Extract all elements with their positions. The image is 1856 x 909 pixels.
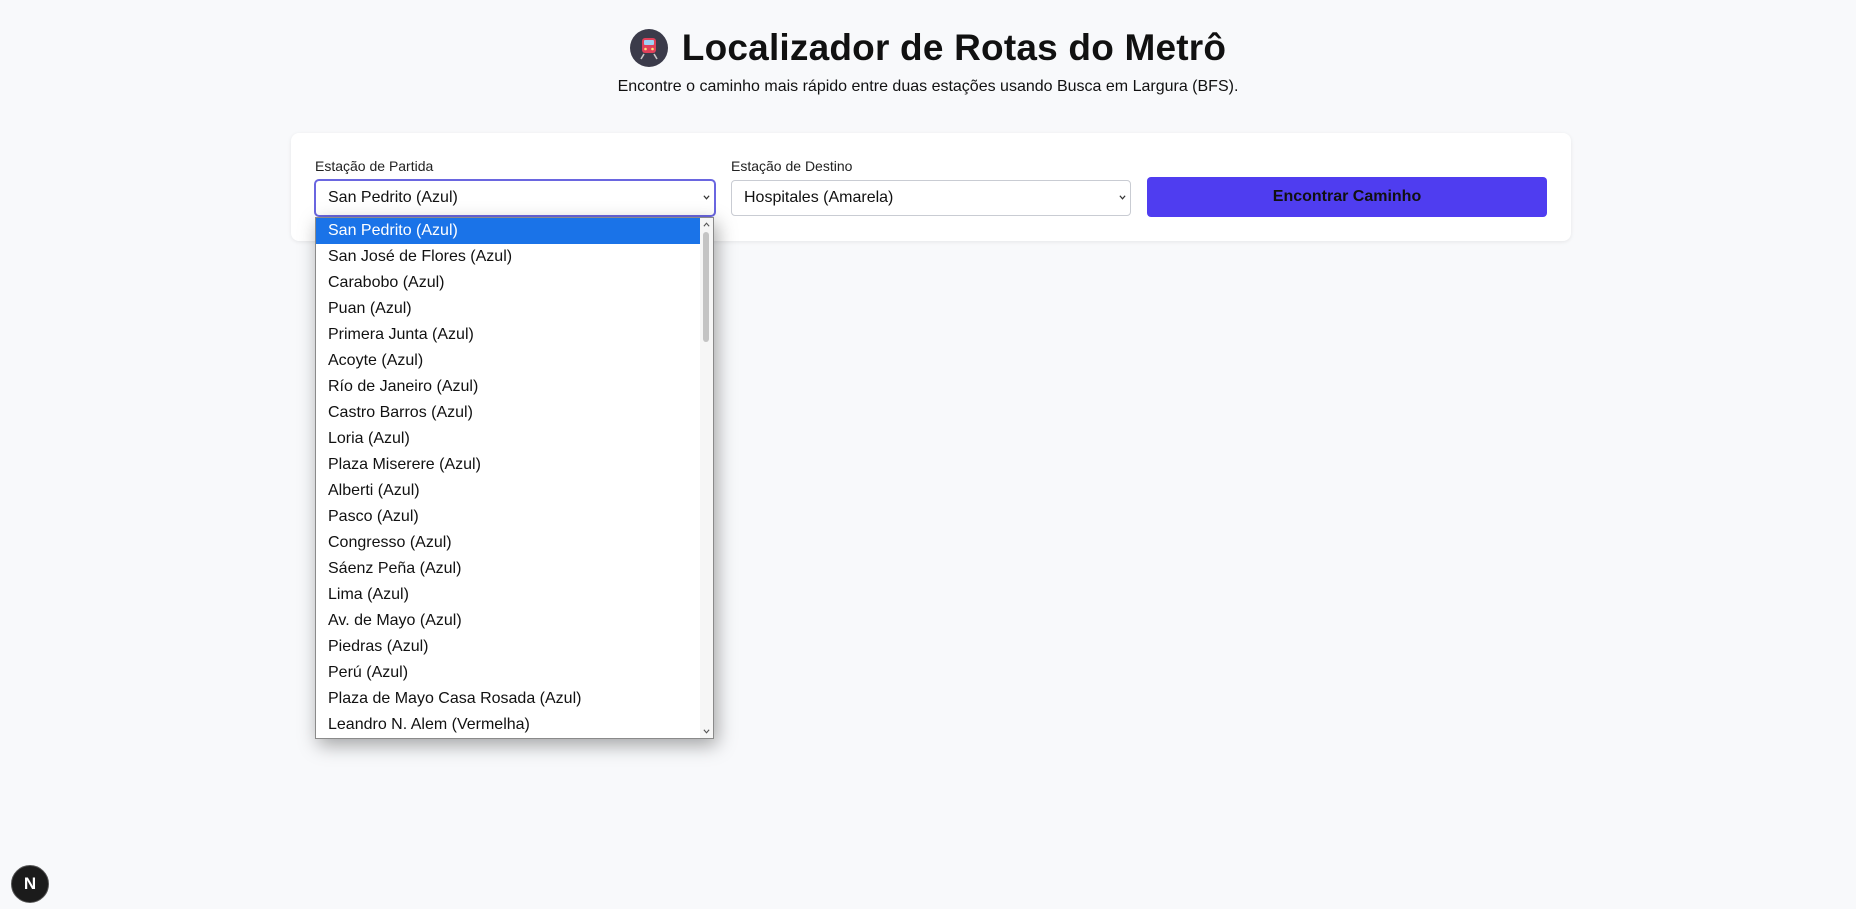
dropdown-option[interactable]: Castro Barros (Azul)	[316, 400, 701, 426]
dropdown-option[interactable]: Av. de Mayo (Azul)	[316, 608, 701, 634]
dropdown-option[interactable]: Alberti (Azul)	[316, 478, 701, 504]
dropdown-option[interactable]: Lima (Azul)	[316, 582, 701, 608]
dropdown-option[interactable]: Perú (Azul)	[316, 660, 701, 686]
dropdown-option[interactable]: Congresso (Azul)	[316, 530, 701, 556]
find-route-button[interactable]: Encontrar Caminho	[1147, 177, 1547, 217]
dropdown-option[interactable]: Primera Junta (Azul)	[316, 322, 701, 348]
dropdown-option[interactable]: Río de Janeiro (Azul)	[316, 374, 701, 400]
dropdown-option[interactable]: San José de Flores (Azul)	[316, 244, 701, 270]
dropdown-option[interactable]: Leandro N. Alem (Vermelha)	[316, 712, 701, 738]
page-header: Localizador de Rotas do Metrô Encontre o…	[0, 24, 1856, 96]
scroll-down-icon[interactable]	[703, 728, 710, 735]
dropdown-scrollbar[interactable]	[700, 218, 713, 738]
dropdown-option[interactable]: Pasco (Azul)	[316, 504, 701, 530]
train-icon	[629, 29, 668, 67]
destination-select-value: Hospitales (Amarela)	[744, 189, 894, 206]
chevron-down-icon	[1119, 195, 1126, 200]
dropdown-option[interactable]: Acoyte (Azul)	[316, 348, 701, 374]
page-subtitle: Encontre o caminho mais rápido entre dua…	[617, 78, 1239, 95]
origin-select-value: San Pedrito (Azul)	[328, 189, 458, 206]
dropdown-option[interactable]: Carabobo (Azul)	[316, 270, 701, 296]
destination-select[interactable]: Hospitales (Amarela)	[731, 180, 1131, 216]
destination-label: Estação de Destino	[731, 158, 853, 174]
dropdown-option[interactable]: Puan (Azul)	[316, 296, 701, 322]
dropdown-option[interactable]: Plaza de Mayo Casa Rosada (Azul)	[316, 686, 701, 712]
dropdown-option[interactable]: Piedras (Azul)	[316, 634, 701, 660]
option-list: San Pedrito (Azul) San José de Flores (Az…	[316, 218, 713, 738]
nextjs-icon[interactable]: N	[11, 865, 49, 903]
origin-dropdown-list[interactable]: San Pedrito (Azul) San José de Flores (Az…	[315, 217, 714, 739]
dropdown-option[interactable]: Loria (Azul)	[316, 426, 701, 452]
title-row: Localizador de Rotas do Metrô	[629, 24, 1227, 72]
dropdown-option[interactable]: Plaza Miserere (Azul)	[316, 452, 701, 478]
origin-label: Estação de Partida	[315, 158, 434, 174]
badge-label: N	[23, 874, 37, 893]
origin-select[interactable]: San Pedrito (Azul)	[315, 180, 715, 216]
dropdown-option[interactable]: Sáenz Peña (Azul)	[316, 556, 701, 582]
chevron-down-icon	[703, 195, 710, 200]
page: Localizador de Rotas do Metrô Encontre o…	[0, 0, 1856, 909]
page-title: Localizador de Rotas do Metrô	[681, 27, 1227, 68]
scroll-up-icon[interactable]	[703, 221, 710, 228]
scroll-thumb[interactable]	[703, 232, 709, 342]
dropdown-option[interactable]: San Pedrito (Azul)	[316, 218, 701, 244]
